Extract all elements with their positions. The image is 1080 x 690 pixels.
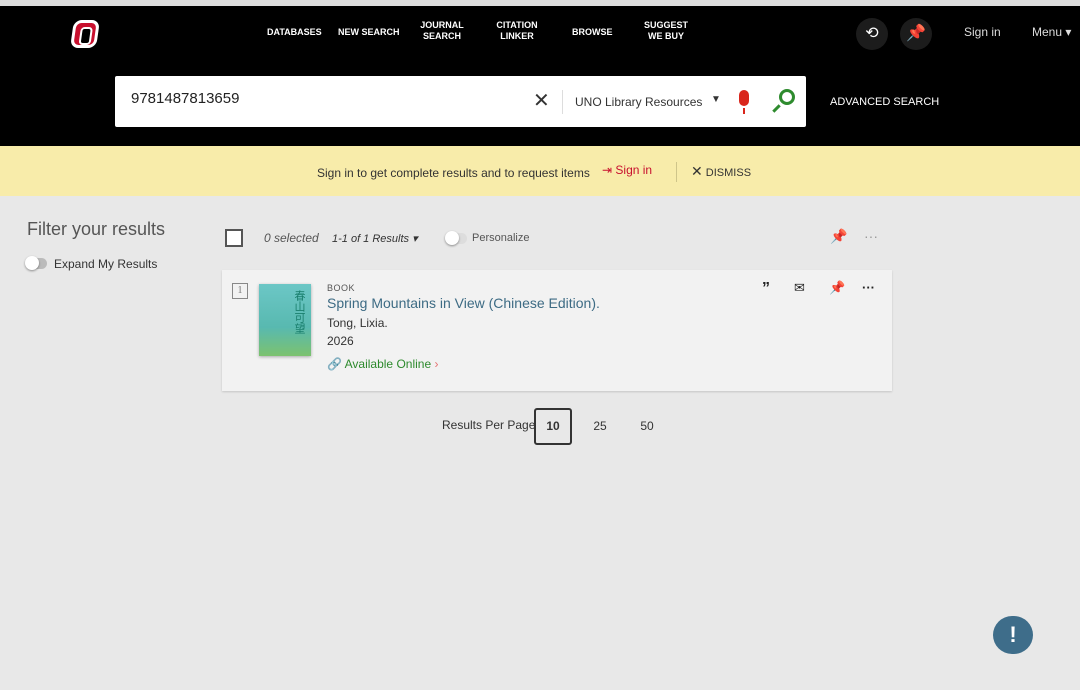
- nav-journal-search[interactable]: JOURNAL SEARCH: [420, 20, 464, 42]
- chevron-down-icon: ▾: [412, 233, 418, 245]
- search-input[interactable]: [131, 90, 521, 107]
- result-title[interactable]: Spring Mountains in View (Chinese Editio…: [327, 295, 600, 311]
- availability-label: Available Online: [344, 357, 432, 371]
- result-index: 1: [232, 283, 248, 299]
- help-chat-button[interactable]: !: [993, 616, 1033, 654]
- banner-sign-in-button[interactable]: ⇥ Sign in: [602, 163, 652, 177]
- expand-results-toggle[interactable]: [25, 256, 47, 270]
- close-icon: ✕: [691, 163, 703, 179]
- advanced-search-link[interactable]: ADVANCED SEARCH: [830, 96, 939, 108]
- divider: [676, 162, 677, 182]
- clear-icon[interactable]: ✕: [533, 88, 550, 113]
- link-icon: 🔗: [327, 357, 342, 371]
- per-page-10[interactable]: 10: [534, 408, 572, 445]
- result-year: 2026: [327, 334, 354, 348]
- chevron-down-icon[interactable]: ▼: [711, 94, 721, 105]
- sign-in-banner: Sign in to get complete results and to r…: [0, 146, 1080, 196]
- nav-new-search[interactable]: NEW SEARCH: [338, 27, 400, 38]
- nav-databases[interactable]: DATABASES: [267, 27, 322, 38]
- expand-results-label: Expand My Results: [54, 257, 158, 271]
- dismiss-label: DISMISS: [705, 167, 752, 179]
- search-bar: ✕ UNO Library Resources ▼: [115, 76, 806, 127]
- result-type: BOOK: [327, 283, 356, 293]
- nav-citation-linker[interactable]: CITATION LINKER: [494, 20, 540, 42]
- divider: [562, 90, 563, 114]
- nav-suggest-we-buy[interactable]: SUGGEST WE BUY: [636, 20, 696, 42]
- pin-icon[interactable]: 📌: [829, 280, 845, 296]
- nav-browse[interactable]: BROWSE: [572, 27, 613, 38]
- results-count: 1-1 of 1 Results: [332, 233, 410, 245]
- scope-select[interactable]: UNO Library Resources: [575, 95, 702, 109]
- menu-label: Menu: [1032, 25, 1063, 39]
- results-count-dropdown[interactable]: 1-1 of 1 Results ▾: [332, 232, 418, 245]
- more-icon[interactable]: ···: [864, 228, 878, 244]
- banner-sign-in-label: Sign in: [615, 163, 653, 177]
- filter-title: Filter your results: [27, 219, 166, 239]
- chevron-right-icon: ›: [434, 357, 439, 371]
- more-icon[interactable]: ···: [862, 280, 875, 295]
- availability-link[interactable]: 🔗 Available Online ›: [327, 357, 438, 371]
- results-per-page-label: Results Per Page: [442, 418, 536, 432]
- history-icon[interactable]: ⟲: [856, 18, 888, 50]
- per-page-25[interactable]: 25: [581, 408, 619, 445]
- microphone-icon[interactable]: [739, 90, 749, 114]
- pin-icon[interactable]: 📌: [900, 18, 932, 50]
- book-cover[interactable]: 春山可望: [259, 284, 311, 356]
- header: DATABASES NEW SEARCH JOURNAL SEARCH CITA…: [0, 6, 1080, 146]
- selected-count: 0 selected: [264, 231, 319, 245]
- personalize-toggle[interactable]: [445, 231, 467, 245]
- pin-icon[interactable]: 📌: [830, 228, 847, 245]
- citation-icon[interactable]: ”: [762, 280, 770, 298]
- result-card: 1 春山可望 BOOK Spring Mountains in View (Ch…: [222, 270, 892, 391]
- uno-logo[interactable]: [70, 20, 100, 48]
- select-all-checkbox[interactable]: [225, 229, 243, 247]
- search-icon[interactable]: [779, 89, 795, 105]
- chevron-down-icon: ▾: [1065, 25, 1072, 39]
- email-icon[interactable]: ✉: [794, 280, 805, 296]
- menu-button[interactable]: Menu ▾: [1032, 25, 1071, 39]
- per-page-50[interactable]: 50: [628, 408, 666, 445]
- sign-in-icon: ⇥: [602, 163, 613, 177]
- sign-in-link[interactable]: Sign in: [964, 25, 1001, 39]
- personalize-label: Personalize: [472, 232, 530, 244]
- banner-message: Sign in to get complete results and to r…: [317, 166, 590, 180]
- dismiss-button[interactable]: ✕ DISMISS: [691, 163, 751, 180]
- result-author: Tong, Lixia.: [327, 316, 388, 330]
